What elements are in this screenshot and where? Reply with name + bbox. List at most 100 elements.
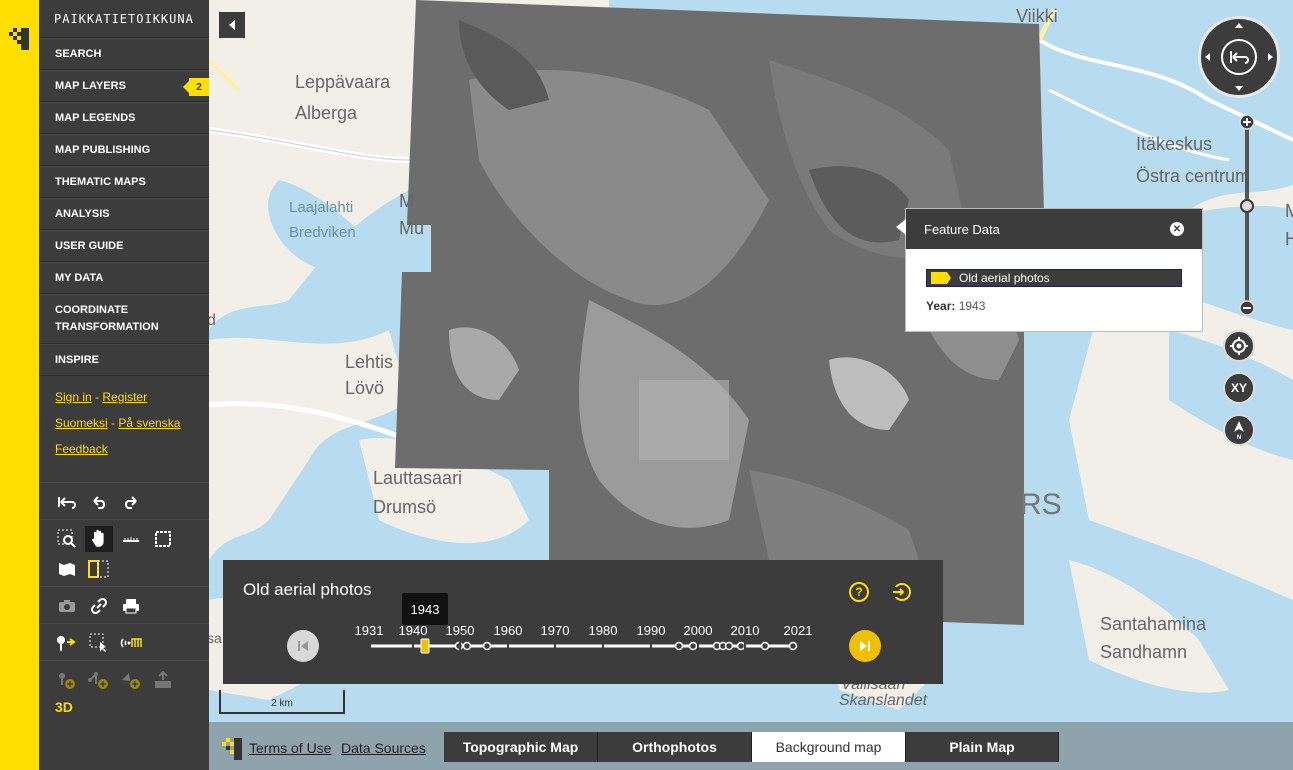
separator: - [111, 416, 116, 430]
timeline-year[interactable]: 1990 [637, 623, 666, 638]
camera-icon[interactable] [53, 593, 81, 619]
basemap-orthophotos-button[interactable]: Orthophotos [598, 732, 752, 762]
pan-hand-icon[interactable] [85, 526, 113, 552]
skip-back-icon [298, 641, 308, 651]
reset-view-icon [1230, 51, 1249, 64]
menu-item-my-data[interactable]: MY DATA [39, 262, 209, 294]
close-icon[interactable]: ✕ [1170, 222, 1184, 236]
bottom-bar: Terms of Use Data Sources Topographic Ma… [209, 722, 1293, 770]
timeline-prev-button[interactable] [287, 630, 319, 662]
menu-item-map-publishing[interactable]: MAP PUBLISHING [39, 134, 209, 166]
select-area-icon[interactable] [85, 630, 113, 656]
svg-text:N: N [1237, 435, 1241, 440]
add-point-icon[interactable] [53, 667, 81, 693]
basemap-topographic-button[interactable]: Topographic Map [444, 732, 598, 762]
swedish-link[interactable]: På svenska [118, 416, 180, 430]
sidebar: PAIKKATIETOIKKUNA SEARCH MAP LAYERS 2 MAP L… [39, 0, 209, 770]
menu-item-label: USER GUIDE [55, 239, 124, 252]
undo-icon[interactable] [85, 489, 113, 515]
menu-item-label: MAP LAYERS [55, 79, 126, 92]
add-polygon-icon[interactable] [117, 667, 145, 693]
logo-icon [222, 738, 242, 760]
menu-item-coordinate-transformation[interactable]: COORDINATE TRANSFORMATION [39, 294, 209, 344]
my-location-button[interactable] [1223, 330, 1255, 362]
popup-year-label: Year: [926, 299, 956, 313]
map-icon[interactable] [53, 556, 81, 582]
north-arrow-button[interactable]: N [1223, 414, 1255, 446]
timeline-track[interactable] [223, 560, 943, 684]
tool-row-draw [39, 660, 209, 697]
zoom-box-icon[interactable] [53, 526, 81, 552]
timeline-year[interactable]: 1931 [355, 623, 384, 638]
menu-item-user-guide[interactable]: USER GUIDE [39, 230, 209, 262]
measure-area-icon[interactable] [149, 526, 177, 552]
place-label: Itäkeskus [1136, 134, 1213, 154]
collapse-sidebar-button[interactable] [219, 12, 245, 38]
place-label: M [399, 191, 414, 211]
pan-control[interactable] [1198, 16, 1280, 98]
brand-stripe [0, 0, 39, 770]
timeline-next-button[interactable] [849, 630, 881, 662]
register-link[interactable]: Register [102, 390, 147, 404]
timeline-handle [420, 638, 430, 654]
separator: - [95, 390, 100, 404]
timeline-panel: Old aerial photos ? 1943 1931 1940 1950 … [223, 560, 943, 684]
compare-icon[interactable] [85, 556, 113, 582]
sign-in-link[interactable]: Sign in [55, 390, 92, 404]
map-view[interactable]: Viikki Leppävaara Alberga Laajalahti Bre… [209, 0, 1293, 722]
print-icon[interactable] [117, 593, 145, 619]
timeline-year[interactable]: 1960 [494, 623, 523, 638]
logo-icon [9, 28, 29, 50]
broadcast-icon[interactable] [117, 630, 145, 656]
coordinate-tool-button[interactable]: XY [1223, 372, 1255, 404]
place-label: Skanslandet [839, 692, 928, 709]
link-icon[interactable] [85, 593, 113, 619]
menu-item-label: INSPIRE [55, 353, 100, 366]
reset-view-button[interactable] [1221, 39, 1257, 75]
timeline-year[interactable]: 1940 [399, 623, 428, 638]
water-label: Laajalahti [289, 199, 354, 216]
menu-item-label: MAP PUBLISHING [55, 143, 151, 156]
layer-flag-icon [931, 272, 951, 284]
place-label: Alberga [295, 103, 358, 123]
feedback-link[interactable]: Feedback [55, 442, 108, 456]
reset-view-icon[interactable] [53, 489, 81, 515]
timeline-tooltip: 1943 [402, 593, 448, 625]
menu-item-map-layers[interactable]: MAP LAYERS 2 [39, 70, 209, 102]
timeline-year[interactable]: 1980 [589, 623, 618, 638]
redo-icon[interactable] [117, 489, 145, 515]
popup-header: Feature Data ✕ [906, 209, 1202, 249]
zoom-slider[interactable] [1239, 112, 1255, 322]
popup-year-row: Year: 1943 [926, 299, 1202, 313]
tool-row-share [39, 586, 209, 623]
timeline-year[interactable]: 1970 [541, 623, 570, 638]
basemap-plain-button[interactable]: Plain Map [906, 732, 1059, 762]
data-sources-link[interactable]: Data Sources [341, 740, 426, 756]
timeline-year[interactable]: 2000 [684, 623, 713, 638]
timeline-year[interactable]: 1950 [446, 623, 475, 638]
menu-item-inspire[interactable]: INSPIRE [39, 344, 209, 376]
add-line-icon[interactable] [85, 667, 113, 693]
timeline-year[interactable]: 2021 [784, 623, 813, 638]
menu-item-thematic-maps[interactable]: THEMATIC MAPS [39, 166, 209, 198]
feature-data-popup: Feature Data ✕ Old aerial photos Year: 1… [896, 208, 1203, 332]
menu-item-map-legends[interactable]: MAP LEGENDS [39, 102, 209, 134]
import-icon[interactable] [149, 667, 177, 693]
layer-count-badge: 2 [183, 78, 209, 96]
menu-item-search[interactable]: SEARCH [39, 38, 209, 70]
place-label: Viikki [1016, 6, 1058, 26]
point-info-icon[interactable] [53, 630, 81, 656]
scale-bar: 2 km [219, 690, 345, 714]
3d-button[interactable]: 3D [55, 699, 209, 715]
measure-line-icon[interactable] [117, 526, 145, 552]
north-arrow-icon: N [1234, 421, 1244, 440]
account-links: Sign in - Register Suomeksi - På svenska… [39, 376, 209, 476]
finnish-link[interactable]: Suomeksi [55, 416, 108, 430]
place-label: Leppävaara [295, 72, 391, 92]
timeline-year[interactable]: 2010 [731, 623, 760, 638]
menu-item-analysis[interactable]: ANALYSIS [39, 198, 209, 230]
menu-item-label: SEARCH [55, 47, 102, 60]
terms-of-use-link[interactable]: Terms of Use [249, 740, 331, 756]
popup-year-value: 1943 [958, 299, 986, 313]
basemap-background-button[interactable]: Background map [752, 732, 906, 762]
